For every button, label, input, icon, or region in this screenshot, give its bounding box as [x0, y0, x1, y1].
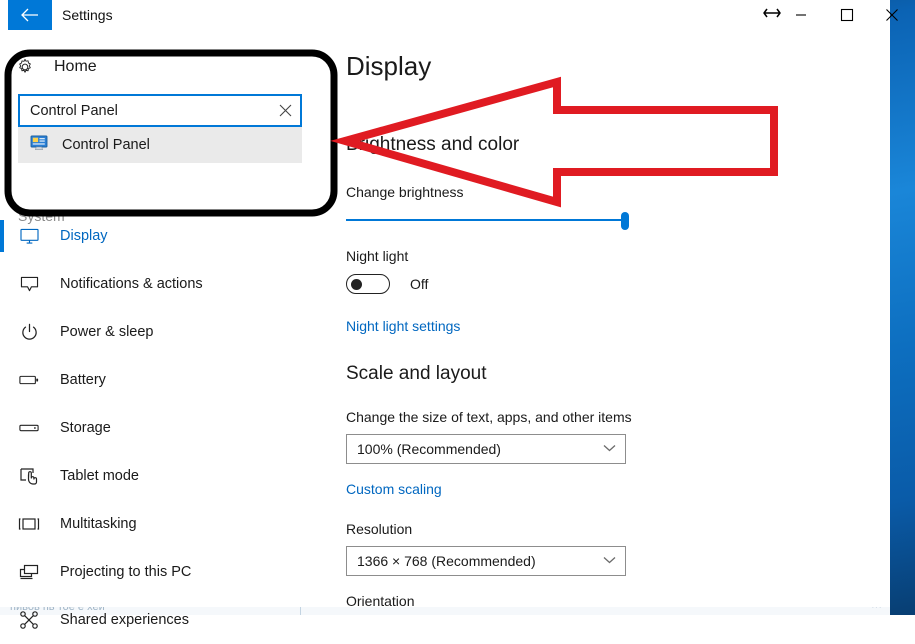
back-arrow-icon: [20, 8, 40, 22]
sidebar-item-multitasking[interactable]: Multitasking: [0, 500, 330, 548]
close-button[interactable]: [870, 0, 914, 30]
night-light-label: Night light: [346, 248, 408, 264]
sidebar-item-label: Storage: [60, 420, 111, 436]
app-title: Settings: [62, 6, 113, 24]
brightness-slider[interactable]: [346, 208, 626, 232]
sidebar-item-storage[interactable]: Storage: [0, 404, 330, 452]
back-button[interactable]: [8, 0, 52, 30]
maximize-button[interactable]: [824, 0, 870, 30]
search-clear-button[interactable]: [270, 96, 300, 125]
night-light-toggle-row: Off: [346, 274, 428, 294]
search-input[interactable]: [20, 103, 270, 119]
tablet-touch-icon: [18, 467, 40, 486]
scale-section-heading: Scale and layout: [346, 363, 487, 385]
toggle-knob: [351, 279, 362, 290]
search-box[interactable]: [18, 94, 302, 127]
maximize-icon: [840, 8, 854, 22]
sidebar-nav-list: Display Notifications & actions Pow: [0, 212, 330, 644]
change-size-label: Change the size of text, apps, and other…: [346, 409, 632, 425]
sidebar-item-display[interactable]: Display: [0, 212, 330, 260]
sidebar-item-label: Display: [60, 228, 108, 244]
search-suggestion-control-panel[interactable]: Control Panel: [18, 127, 302, 163]
minimize-icon: [795, 9, 807, 21]
search-suggestions-list: Control Panel: [18, 127, 302, 163]
resolution-dropdown[interactable]: 1366 × 768 (Recommended): [346, 546, 626, 576]
storage-drive-icon: [18, 423, 40, 433]
change-brightness-label: Change brightness: [346, 184, 464, 200]
sidebar-item-battery[interactable]: Battery: [0, 356, 330, 404]
share-nodes-icon: [18, 611, 40, 629]
settings-window: Settings: [0, 0, 890, 607]
speech-bubble-icon: [18, 276, 40, 293]
sidebar-item-label: Battery: [60, 372, 106, 388]
main-content: Display Brightness and color Change brig…: [330, 36, 890, 607]
sidebar-item-power-sleep[interactable]: Power & sleep: [0, 308, 330, 356]
chevron-down-icon: [603, 444, 616, 455]
sidebar-item-notifications-actions[interactable]: Notifications & actions: [0, 260, 330, 308]
scale-dropdown-value: 100% (Recommended): [357, 441, 501, 457]
sidebar-item-home[interactable]: Home: [14, 58, 97, 76]
brightness-slider-thumb[interactable]: [621, 212, 629, 230]
night-light-settings-link[interactable]: Night light settings: [346, 318, 460, 334]
battery-icon: [18, 374, 40, 386]
sidebar-item-tablet-mode[interactable]: Tablet mode: [0, 452, 330, 500]
sidebar-home-label: Home: [54, 58, 97, 76]
search-suggestion-label: Control Panel: [62, 137, 150, 153]
sidebar-item-label: Multitasking: [60, 516, 137, 532]
night-light-state-label: Off: [410, 276, 428, 292]
sidebar-item-label: Tablet mode: [60, 468, 139, 484]
title-bar[interactable]: Settings: [0, 0, 890, 36]
sidebar: Home: [0, 36, 330, 607]
sidebar-item-label: Shared experiences: [60, 612, 189, 628]
scale-dropdown[interactable]: 100% (Recommended): [346, 434, 626, 464]
brightness-section-heading: Brightness and color: [346, 134, 519, 156]
resolution-dropdown-value: 1366 × 768 (Recommended): [357, 553, 536, 569]
chevron-down-icon: [603, 556, 616, 567]
control-panel-icon: [30, 135, 48, 156]
page-title: Display: [346, 51, 431, 82]
sidebar-item-projecting-to-this-pc[interactable]: Projecting to this PC: [0, 548, 330, 596]
brightness-slider-track: [346, 219, 626, 221]
resolution-label: Resolution: [346, 521, 412, 537]
monitor-icon: [18, 228, 40, 245]
power-icon: [18, 323, 40, 342]
sidebar-item-shared-experiences[interactable]: Shared experiences: [0, 596, 330, 644]
close-x-icon: [885, 8, 899, 22]
sidebar-item-label: Notifications & actions: [60, 276, 203, 292]
gear-icon: [14, 58, 36, 76]
projector-icon: [18, 564, 40, 581]
custom-scaling-link[interactable]: Custom scaling: [346, 481, 442, 497]
search-field-wrapper: [18, 94, 302, 127]
orientation-label: Orientation: [346, 593, 414, 607]
close-x-icon: [279, 104, 292, 117]
multitasking-icon: [18, 517, 40, 531]
night-light-toggle[interactable]: [346, 274, 390, 294]
minimize-button[interactable]: [778, 0, 824, 30]
sidebar-item-label: Projecting to this PC: [60, 564, 191, 580]
sidebar-item-label: Power & sleep: [60, 324, 154, 340]
